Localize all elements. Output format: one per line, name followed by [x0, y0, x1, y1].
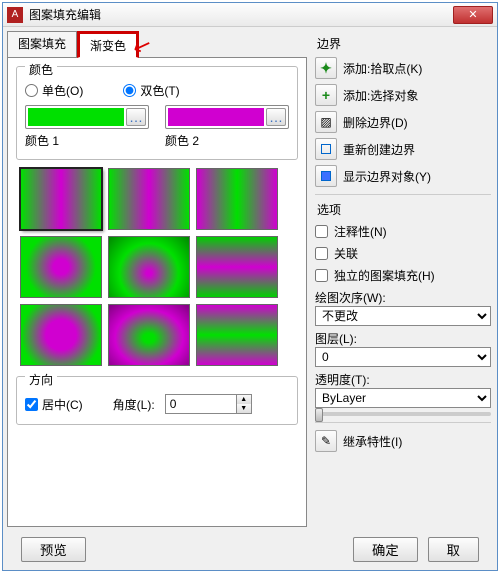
- color-legend: 颜色: [25, 61, 57, 78]
- color-fieldset: 颜色 单色(O) 双色(T) …: [16, 66, 298, 160]
- options-legend: 选项: [317, 201, 491, 218]
- preset-curved[interactable]: [196, 236, 278, 298]
- tab-bar: 图案填充 渐变色: [7, 31, 307, 58]
- view-boundary-button[interactable]: 显示边界对象(Y): [315, 164, 491, 188]
- direction-legend: 方向: [25, 371, 57, 388]
- add-pick-points-button[interactable]: ✦ 添加:拾取点(K): [315, 56, 491, 80]
- transparency-label: 透明度(T):: [315, 371, 491, 388]
- select-objects-icon: +: [315, 84, 337, 106]
- preset-cylindrical[interactable]: [108, 168, 190, 230]
- draw-order-label: 绘图次序(W):: [315, 289, 491, 306]
- recreate-boundary-button[interactable]: 重新创建边界: [315, 137, 491, 161]
- color1-label: 颜色 1: [25, 132, 149, 149]
- dialog-window: A 图案填充编辑 ✕ ↙ 图案填充 渐变色 颜色 单色(O) 双色(T): [2, 2, 498, 571]
- add-select-objects-button[interactable]: + 添加:选择对象: [315, 83, 491, 107]
- color2-swatch[interactable]: …: [165, 105, 289, 129]
- remove-boundaries-button[interactable]: ▨ 删除边界(D): [315, 110, 491, 134]
- boundary-legend: 边界: [317, 35, 491, 52]
- color2-picker-button[interactable]: …: [266, 108, 286, 126]
- delete-boundary-icon: ▨: [315, 111, 337, 133]
- left-column: 图案填充 渐变色 颜色 单色(O) 双色(T): [7, 31, 307, 527]
- independent-hatch-checkbox[interactable]: 独立的图案填充(H): [315, 266, 491, 285]
- radio-two-color[interactable]: 双色(T): [123, 82, 179, 99]
- view-boundary-icon: [315, 165, 337, 187]
- titlebar: A 图案填充编辑 ✕: [3, 3, 497, 27]
- centered-checkbox[interactable]: 居中(C): [25, 396, 83, 413]
- transparency-slider[interactable]: [315, 412, 491, 416]
- layer-select[interactable]: 0: [315, 347, 491, 367]
- preset-inv-curved[interactable]: [196, 304, 278, 366]
- draw-order-select[interactable]: 不更改: [315, 306, 491, 326]
- angle-input[interactable]: [166, 395, 236, 413]
- dialog-footer: 预览 确定 取: [3, 531, 497, 570]
- preview-button[interactable]: 预览: [21, 537, 86, 562]
- inherit-icon: ✎: [315, 430, 337, 452]
- preset-linear-horizontal[interactable]: [20, 168, 102, 230]
- right-column: 边界 ✦ 添加:拾取点(K) + 添加:选择对象 ▨ 删除边界(D) 重新创建边…: [315, 31, 491, 527]
- associative-checkbox[interactable]: 关联: [315, 244, 491, 263]
- layer-label: 图层(L):: [315, 330, 491, 347]
- color2-label: 颜色 2: [165, 132, 289, 149]
- color1-picker-button[interactable]: …: [126, 108, 146, 126]
- preset-spherical[interactable]: [20, 304, 102, 366]
- close-button[interactable]: ✕: [453, 6, 493, 24]
- preset-inv-cylindrical[interactable]: [196, 168, 278, 230]
- tab-gradient[interactable]: 渐变色: [77, 31, 139, 58]
- annotative-checkbox[interactable]: 注释性(N): [315, 222, 491, 241]
- radio-single-color[interactable]: 单色(O): [25, 82, 83, 99]
- window-title: 图案填充编辑: [29, 6, 453, 23]
- cancel-button[interactable]: 取: [428, 537, 479, 562]
- tab-pattern-fill[interactable]: 图案填充: [7, 31, 77, 58]
- angle-label: 角度(L):: [113, 396, 155, 413]
- preset-radial[interactable]: [20, 236, 102, 298]
- preset-inv-hemispherical[interactable]: [108, 304, 190, 366]
- gradient-preset-grid: [20, 168, 298, 366]
- color1-swatch[interactable]: …: [25, 105, 149, 129]
- gradient-panel: 颜色 单色(O) 双色(T) …: [7, 57, 307, 527]
- transparency-select[interactable]: ByLayer: [315, 388, 491, 408]
- pick-point-icon: ✦: [315, 57, 337, 79]
- recreate-icon: [315, 138, 337, 160]
- ok-button[interactable]: 确定: [353, 537, 418, 562]
- angle-spinner[interactable]: ▲▼: [165, 394, 252, 414]
- preset-hemispherical[interactable]: [108, 236, 190, 298]
- app-icon: A: [7, 7, 23, 23]
- direction-fieldset: 方向 居中(C) 角度(L): ▲▼: [16, 376, 298, 425]
- inherit-properties-button[interactable]: ✎ 继承特性(I): [315, 429, 491, 453]
